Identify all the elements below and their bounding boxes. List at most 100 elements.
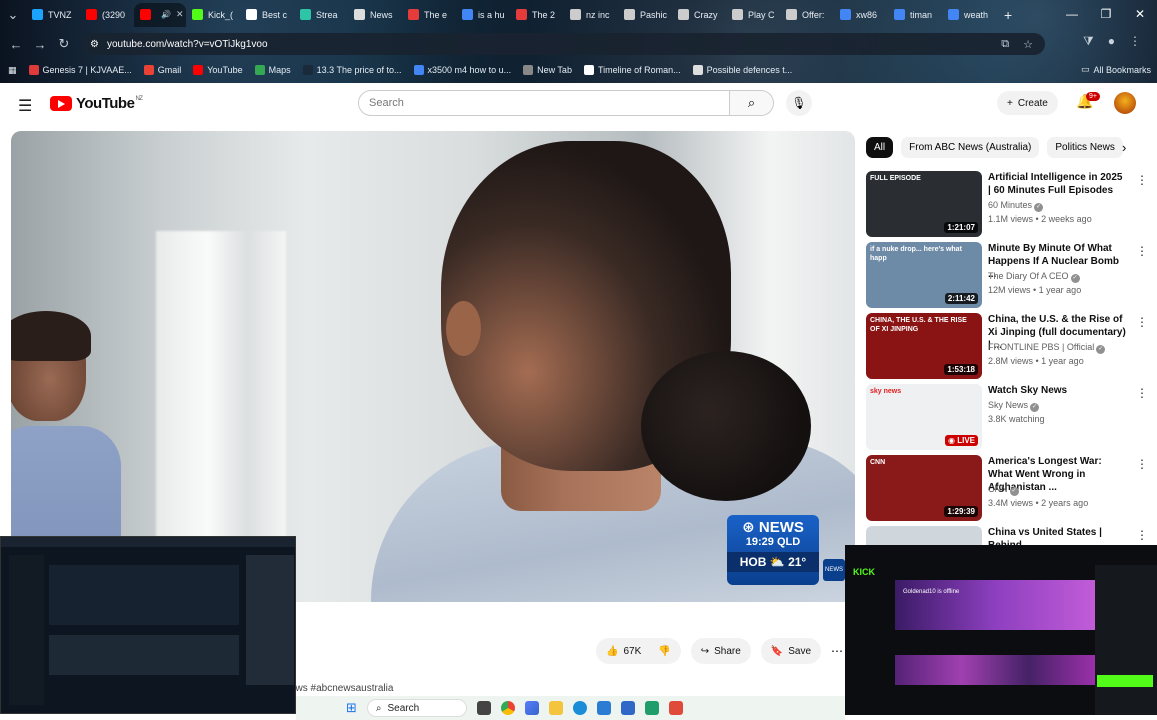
install-icon[interactable]: ⧉	[1001, 38, 1009, 51]
more-options-icon[interactable]: ⋮	[1136, 315, 1148, 329]
browser-tab[interactable]: Strea	[294, 3, 348, 27]
site-info-icon[interactable]: ⚙	[90, 39, 99, 50]
search-input[interactable]: Search	[358, 90, 730, 116]
close-tab-icon[interactable]: ✕	[176, 9, 184, 20]
minimize-button[interactable]: —	[1055, 0, 1089, 28]
all-bookmarks[interactable]: ▭ All Bookmarks	[1081, 64, 1151, 75]
browser-tab[interactable]: The 2	[510, 3, 564, 27]
new-tab-button[interactable]: +	[1004, 7, 1012, 23]
copilot-icon[interactable]	[524, 701, 539, 715]
taskbar-search[interactable]: ⌕ Search	[366, 699, 467, 717]
filter-chip[interactable]: From ABC News (Australia)	[901, 137, 1040, 158]
browser-tab[interactable]: News	[348, 3, 402, 27]
app-icon-2[interactable]	[668, 701, 683, 715]
profile-icon[interactable]: ●	[1108, 34, 1115, 49]
browser-tab[interactable]: is a hu	[456, 3, 510, 27]
video-thumbnail[interactable]: sky news ◉ LIVE	[866, 384, 982, 450]
more-actions-icon[interactable]: ⋯	[831, 644, 843, 658]
chrome-icon[interactable]	[500, 701, 515, 715]
channel-name[interactable]: The Diary Of A CEO ✓	[988, 271, 1080, 283]
menu-icon[interactable]: ⋮	[1129, 34, 1141, 49]
browser-tab[interactable]: (3290	[80, 3, 134, 27]
video-thumbnail[interactable]: FULL EPISODE 1:21:07	[866, 171, 982, 237]
explorer-icon[interactable]	[548, 701, 563, 715]
video-thumbnail[interactable]: CHINA, THE U.S. & THE RISE OF XI JINPING…	[866, 313, 982, 379]
video-title[interactable]: Artificial Intelligence in 2025 | 60 Min…	[988, 171, 1126, 197]
browser-tab[interactable]: Offer:	[780, 3, 834, 27]
more-options-icon[interactable]: ⋮	[1136, 173, 1148, 187]
menu-hamburger-icon[interactable]: ☰	[18, 96, 32, 116]
related-video-item[interactable]: FULL EPISODE 1:21:07 Artificial Intelligen…	[866, 171, 1156, 237]
browser-tab[interactable]: xw86	[834, 3, 888, 27]
bookmark-item[interactable]: Gmail	[143, 65, 181, 75]
bookmark-item[interactable]: Timeline of Roman...	[583, 65, 681, 75]
browser-tab[interactable]: 🔊 ✕	[134, 2, 186, 27]
channel-name[interactable]: CNN ✓	[988, 484, 1019, 496]
back-button[interactable]: ←	[4, 37, 28, 52]
mail-icon[interactable]	[596, 701, 611, 715]
browser-tab[interactable]: timan	[888, 3, 942, 27]
more-options-icon[interactable]: ⋮	[1136, 244, 1148, 258]
video-thumbnail[interactable]: if a nuke drop... here's what happ 2:11:4…	[866, 242, 982, 308]
close-window-button[interactable]: ✕	[1123, 0, 1157, 28]
bookmark-item[interactable]: Possible defences t...	[692, 65, 792, 75]
more-options-icon[interactable]: ⋮	[1136, 386, 1148, 400]
browser-tab[interactable]: Crazy	[672, 3, 726, 27]
save-button[interactable]: 🔖 Save	[760, 638, 822, 664]
share-button[interactable]: ↪ Share	[690, 638, 751, 664]
duration-badge: 2:11:42	[944, 293, 978, 304]
browser-tab[interactable]: weath	[942, 3, 996, 27]
browser-tab[interactable]: Kick_(	[186, 3, 240, 27]
bookmark-item[interactable]: Maps	[254, 65, 291, 75]
channel-name[interactable]: 60 Minutes ✓	[988, 200, 1044, 212]
bookmark-item[interactable]: 13.3 The price of to...	[302, 65, 402, 75]
channel-name[interactable]: FRONTLINE PBS | Official ✓	[988, 342, 1106, 354]
create-button[interactable]: + Create	[997, 91, 1058, 115]
apps-icon[interactable]: ▦	[8, 65, 17, 76]
bookmark-item[interactable]: New Tab	[523, 65, 572, 75]
youtube-logo[interactable]: YouTube NZ	[50, 95, 143, 112]
filter-chip[interactable]: Politics News	[1047, 137, 1123, 158]
related-video-item[interactable]: CNN 1:29:39 America's Longest War: What We…	[866, 455, 1156, 521]
channel-name[interactable]: Sky News ✓	[988, 400, 1040, 412]
thumbs-down-icon[interactable]: 👎	[658, 646, 670, 657]
bookmark-item[interactable]: YouTube	[193, 65, 243, 75]
more-options-icon[interactable]: ⋮	[1136, 457, 1148, 471]
reload-button[interactable]: ↻	[52, 36, 76, 52]
windows-start-icon[interactable]: ⊞	[346, 700, 357, 716]
more-options-icon[interactable]: ⋮	[1136, 528, 1148, 542]
avatar[interactable]	[1114, 92, 1136, 114]
browser-tab[interactable]: The e	[402, 3, 456, 27]
taskbar-app-icon[interactable]	[476, 701, 491, 715]
omnibox[interactable]: ⚙ youtube.com/watch?v=vOTiJkg1voo ⧉ ☆	[82, 33, 1045, 55]
filter-chip[interactable]: All	[866, 137, 894, 158]
maximize-button[interactable]: ❐	[1089, 0, 1123, 28]
extensions-icon[interactable]: ⧩	[1083, 34, 1094, 49]
browser-tab[interactable]: Best c	[240, 3, 294, 27]
edge-icon[interactable]	[572, 701, 587, 715]
bookmark-item[interactable]: x3500 m4 how to u...	[413, 65, 511, 75]
app-icon[interactable]	[644, 701, 659, 715]
audio-icon[interactable]: 🔊	[161, 10, 171, 19]
bookmark-star-icon[interactable]: ☆	[1023, 38, 1033, 51]
store-icon[interactable]	[620, 701, 635, 715]
voice-search-button[interactable]: 🎙	[786, 90, 812, 116]
chevron-right-icon[interactable]: ›	[1122, 140, 1126, 155]
search-button[interactable]: ⌕	[730, 90, 774, 116]
browser-tab[interactable]: Play C	[726, 3, 780, 27]
video-thumbnail[interactable]: CNN 1:29:39	[866, 455, 982, 521]
related-video-item[interactable]: sky news ◉ LIVE Watch Sky News Sky News ✓ 3.8…	[866, 384, 1156, 450]
verified-icon: ✓	[1070, 274, 1080, 283]
video-player[interactable]: ⊛ NEWS 19:29 QLD HOB ⛅ 21° NEWS	[11, 131, 855, 602]
browser-tab[interactable]: nz inc	[564, 3, 618, 27]
browser-tab[interactable]: Pashic	[618, 3, 672, 27]
forward-button[interactable]: →	[28, 37, 52, 52]
related-video-item[interactable]: if a nuke drop... here's what happ 2:11:4…	[866, 242, 1156, 308]
hashtags[interactable]: ews #abcnewsaustralia	[290, 683, 393, 694]
browser-tab[interactable]: TVNZ	[26, 3, 80, 27]
tab-search-icon[interactable]: ⌄	[0, 7, 26, 23]
bookmark-item[interactable]: Genesis 7 | KJVAAE...	[28, 65, 132, 75]
video-title[interactable]: Watch Sky News	[988, 384, 1126, 397]
like-button[interactable]: 👍 67K 👎	[596, 638, 681, 664]
related-video-item[interactable]: CHINA, THE U.S. & THE RISE OF XI JINPING…	[866, 313, 1156, 379]
